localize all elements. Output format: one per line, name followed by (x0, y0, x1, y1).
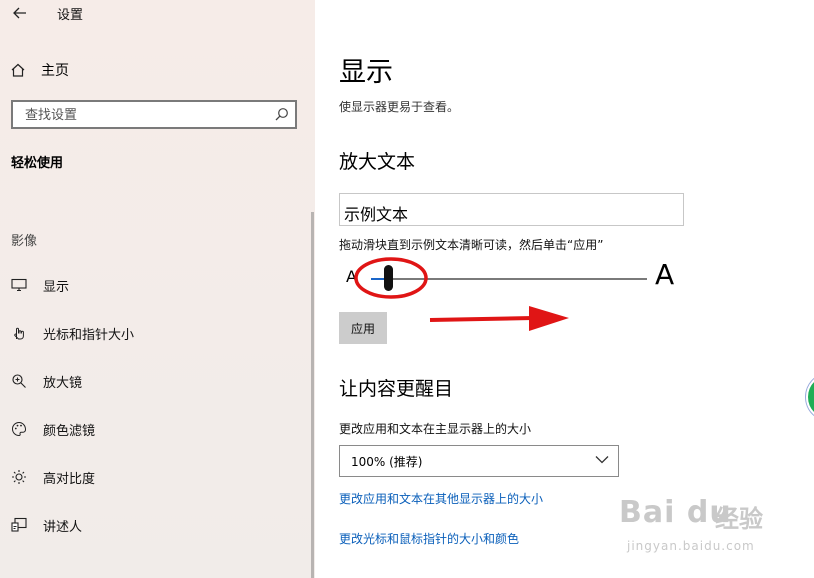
sidebar-item-high-contrast[interactable]: 高对比度 (10, 465, 95, 489)
home-nav[interactable]: 主页 (10, 58, 69, 82)
page-subtitle: 使显示器更易于查看。 (339, 100, 460, 114)
page-title: 显示 (339, 57, 393, 88)
text-size-slider[interactable] (371, 278, 647, 280)
sidebar-item-color-filters[interactable]: 颜色滤镜 (10, 417, 95, 441)
annotation-arrow (429, 316, 534, 322)
narrator-icon (10, 516, 28, 534)
settings-search[interactable] (11, 100, 297, 129)
scale-dropdown-value: 100% (推荐) (351, 455, 423, 469)
sidebar-item-label: 光标和指针大小 (43, 327, 135, 343)
sidebar-item-narrator[interactable]: 讲述人 (10, 513, 82, 537)
enlarge-text-heading: 放大文本 (339, 151, 416, 173)
search-icon[interactable] (274, 107, 289, 122)
magnifier-icon (10, 372, 28, 390)
sidebar-item-label: 颜色滤镜 (43, 423, 96, 439)
sidebar-item-label: 显示 (43, 279, 70, 295)
sidebar-item-pointer[interactable]: 光标和指针大小 (10, 321, 134, 345)
sidebar-item-label: 放大镜 (43, 375, 83, 391)
palette-icon (10, 420, 28, 438)
floating-action-button[interactable] (806, 373, 814, 421)
sidebar-item-label: 讲述人 (43, 519, 83, 535)
section-vision: 影像 (11, 234, 38, 249)
small-a-label: A (346, 267, 357, 286)
cursor-size-link[interactable]: 更改光标和鼠标指针的大小和颜色 (339, 530, 519, 547)
slider-hint: 拖动滑块直到示例文本清晰可读，然后单击“应用” (339, 238, 604, 252)
large-a-label: A (655, 258, 675, 291)
sidebar-item-magnifier[interactable]: 放大镜 (10, 369, 82, 393)
other-displays-link[interactable]: 更改应用和文本在其他显示器上的大小 (339, 490, 543, 507)
sample-text-box: 示例文本 (339, 193, 684, 226)
category-title: 轻松使用 (11, 156, 64, 171)
watermark-text: 经验 (715, 505, 763, 533)
title-bar: 设置 (0, 0, 315, 26)
monitor-icon (10, 276, 28, 294)
pointer-icon (10, 324, 28, 342)
chevron-down-icon (595, 456, 609, 464)
baidu-watermark: Bai du 经验 jingyan.baidu.com (619, 495, 799, 565)
sidebar-scrollbar[interactable] (311, 212, 314, 578)
sidebar-item-display[interactable]: 显示 (10, 273, 69, 297)
scale-dropdown[interactable]: 100% (推荐) (339, 445, 619, 477)
back-arrow-icon (13, 7, 26, 19)
home-icon (11, 63, 25, 77)
sidebar: 设置 主页 轻松使用 影像 显示 光标和指针大小 放大镜 (0, 0, 315, 578)
search-input[interactable] (23, 104, 267, 127)
apply-button[interactable]: 应用 (339, 312, 387, 344)
sidebar-item-label: 高对比度 (43, 471, 96, 487)
watermark-url: jingyan.baidu.com (627, 539, 755, 553)
app-title: 设置 (57, 8, 84, 23)
make-bigger-heading: 让内容更醒目 (339, 378, 454, 400)
back-button[interactable] (8, 2, 32, 24)
brightness-icon (10, 468, 28, 486)
main-content: 显示 使显示器更易于查看。 放大文本 示例文本 拖动滑块直到示例文本清晰可读，然… (315, 0, 814, 578)
scale-label: 更改应用和文本在主显示器上的大小 (339, 422, 532, 436)
annotation-arrowhead (529, 306, 569, 331)
slider-thumb[interactable] (383, 265, 393, 291)
home-label: 主页 (41, 63, 69, 79)
